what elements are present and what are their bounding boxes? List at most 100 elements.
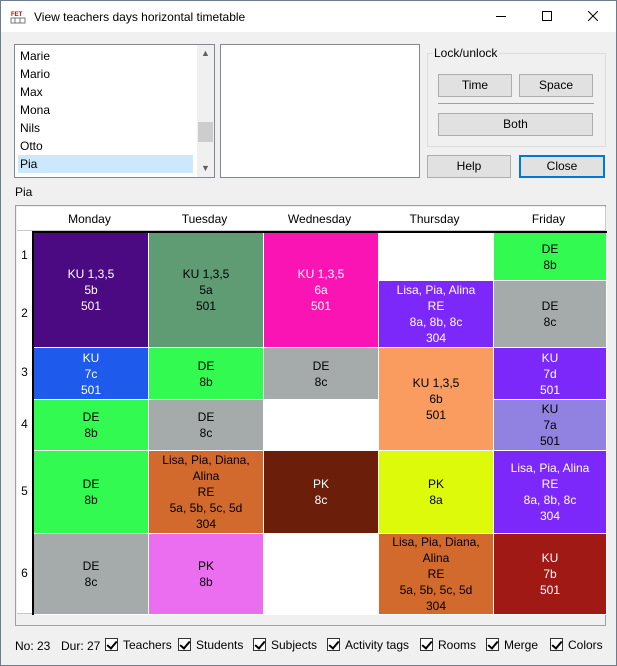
timetable-activity-cell[interactable]: DE 8b: [34, 451, 149, 534]
timetable-activity-cell[interactable]: DE 8c: [34, 534, 149, 615]
timetable-activity-cell[interactable]: DE 8c: [149, 400, 264, 451]
timetable-activity-cell[interactable]: DE 8b: [149, 348, 264, 400]
lock-separator: [438, 103, 594, 104]
timetable-activity-cell[interactable]: Lisa, Pia, Diana, Alina RE 5a, 5b, 5c, 5d 30…: [379, 534, 494, 615]
hour-header[interactable]: 4: [17, 398, 33, 450]
lock-both-button[interactable]: Both: [438, 113, 593, 136]
cell-text-line: PK: [427, 477, 444, 491]
day-header[interactable]: Thursday: [377, 207, 493, 231]
hour-header[interactable]: 3: [17, 346, 33, 399]
timetable-activity-cell[interactable]: PK 8a: [379, 451, 494, 534]
duration-total: Dur: 27: [61, 639, 101, 653]
scroll-thumb[interactable]: [198, 122, 213, 142]
checkbox-label: Students: [196, 638, 244, 652]
maximize-button[interactable]: [524, 1, 570, 32]
cell-text-line: RE: [427, 299, 445, 313]
teacher-list-item[interactable]: Otto: [18, 137, 193, 155]
cell-text-line: RE: [541, 477, 559, 491]
minimize-button[interactable]: [478, 1, 524, 32]
timetable-window: FET View teachers days horizontal timeta…: [0, 0, 617, 666]
timetable-activity-cell[interactable]: KU 7c 501: [34, 348, 149, 400]
timetable-activity-cell[interactable]: DE 8c: [264, 348, 379, 400]
checkbox-label: Merge: [504, 638, 539, 652]
option-checkbox[interactable]: Activity tags: [327, 637, 409, 653]
day-header[interactable]: Wednesday: [262, 207, 378, 231]
cell-text-line: 304: [425, 599, 447, 613]
cell-text-line: 304: [195, 517, 217, 531]
cell-text-line: 8c: [314, 493, 328, 507]
hour-header[interactable]: 5: [17, 449, 33, 533]
cell-text-line: 501: [195, 299, 217, 313]
cell-text-line: 7c: [84, 366, 98, 381]
checkbox-check-icon[interactable]: [327, 638, 340, 652]
cell-text-line: RE: [427, 567, 445, 581]
checkbox-check-icon[interactable]: [178, 638, 191, 652]
timetable-activity-cell[interactable]: KU 7d 501: [494, 348, 607, 400]
timetable-activity-cell[interactable]: [379, 233, 494, 281]
timetable-activity-cell[interactable]: KU 1,3,5 5a 501: [149, 233, 264, 348]
scroll-down-icon[interactable]: ▼: [197, 160, 214, 177]
timetable-activity-cell[interactable]: DE 8c: [494, 281, 607, 348]
close-window-button[interactable]: [570, 1, 616, 32]
option-checkbox[interactable]: Merge: [486, 637, 538, 653]
timetable-activity-cell[interactable]: PK 8c: [264, 451, 379, 534]
checkbox-label: Colors: [568, 638, 603, 652]
cell-text-line: Lisa, Pia, Diana,: [392, 535, 480, 549]
hour-header[interactable]: 1: [17, 231, 33, 280]
timetable-activity-cell[interactable]: KU 1,3,5 6b 501: [379, 348, 494, 451]
teacher-list-item[interactable]: Nils: [18, 119, 193, 137]
checkbox-check-icon[interactable]: [550, 638, 563, 652]
checkbox-check-icon[interactable]: [486, 638, 499, 652]
timetable-activity-cell[interactable]: DE 8b: [494, 233, 607, 281]
timetable-activity-cell[interactable]: Lisa, Pia, Alina RE 8a, 8b, 8c 304: [379, 281, 494, 348]
checkbox-check-icon[interactable]: [253, 638, 266, 652]
cell-text-line: 5b: [84, 283, 98, 297]
cell-text-line: 8c: [314, 374, 328, 389]
timetable-cells[interactable]: KU 1,3,5 5b 501 KU 1,3,5 5a 501 KU 1,3,5 6a 501 D…: [32, 231, 607, 615]
teacher-list-item[interactable]: Marie: [18, 47, 193, 65]
timetable-activity-cell[interactable]: Lisa, Pia, Alina RE 8a, 8b, 8c 304: [494, 451, 607, 534]
teacher-list[interactable]: Marie Mario Max Mona Nils Otto Pia ▲ ▼: [14, 44, 215, 178]
close-button[interactable]: Close: [519, 155, 605, 178]
timetable-activity-cell[interactable]: PK 8b: [149, 534, 264, 615]
option-checkbox[interactable]: Rooms: [420, 637, 476, 653]
lock-time-button[interactable]: Time: [438, 74, 512, 97]
lock-unlock-label: Lock/unlock: [432, 46, 500, 60]
timetable-activity-cell[interactable]: KU 7a 501: [494, 400, 607, 451]
option-checkbox[interactable]: Teachers: [105, 637, 172, 653]
timetable-activity-cell[interactable]: [264, 400, 379, 451]
option-checkbox[interactable]: Subjects: [253, 637, 317, 653]
details-list[interactable]: [220, 44, 420, 178]
teacher-list-scrollbar[interactable]: ▲ ▼: [197, 45, 214, 177]
hour-header[interactable]: 6: [17, 532, 33, 614]
cell-text-line: DE: [541, 241, 559, 256]
option-checkbox[interactable]: Students: [178, 637, 243, 653]
cell-text-line: PK: [312, 477, 329, 491]
cell-text-line: 304: [425, 331, 447, 345]
option-checkbox[interactable]: Colors: [550, 637, 603, 653]
teacher-list-item[interactable]: Mona: [18, 101, 193, 119]
teacher-list-item[interactable]: Pia: [18, 155, 193, 173]
close-icon: [587, 10, 599, 22]
checkbox-check-icon[interactable]: [420, 638, 433, 652]
timetable-activity-cell[interactable]: Lisa, Pia, Diana, Alina RE 5a, 5b, 5c, 5d 30…: [149, 451, 264, 534]
timetable-activity-cell[interactable]: DE 8b: [34, 400, 149, 451]
timetable-activity-cell[interactable]: [264, 534, 379, 615]
hour-header[interactable]: 2: [17, 279, 33, 347]
help-button[interactable]: Help: [427, 155, 511, 178]
cell-text-line: 501: [425, 408, 447, 422]
timetable-activity-cell[interactable]: KU 1,3,5 6a 501: [264, 233, 379, 348]
day-header[interactable]: Friday: [492, 207, 606, 231]
cell-text-line: DE: [82, 477, 100, 491]
teacher-list-item[interactable]: Mario: [18, 65, 193, 83]
day-header[interactable]: Tuesday: [147, 207, 263, 231]
checkbox-check-icon[interactable]: [105, 638, 118, 652]
teacher-list-item[interactable]: Max: [18, 83, 193, 101]
timetable-activity-cell[interactable]: KU 1,3,5 5b 501: [34, 233, 149, 348]
cell-text-line: KU 1,3,5: [67, 267, 115, 281]
timetable-grid[interactable]: Monday Tuesday Wednesday Thursday Friday 123…: [15, 205, 607, 626]
scroll-up-icon[interactable]: ▲: [197, 45, 214, 62]
day-header[interactable]: Monday: [32, 207, 148, 231]
timetable-activity-cell[interactable]: KU 7b 501: [494, 534, 607, 615]
lock-space-button[interactable]: Space: [519, 74, 593, 97]
